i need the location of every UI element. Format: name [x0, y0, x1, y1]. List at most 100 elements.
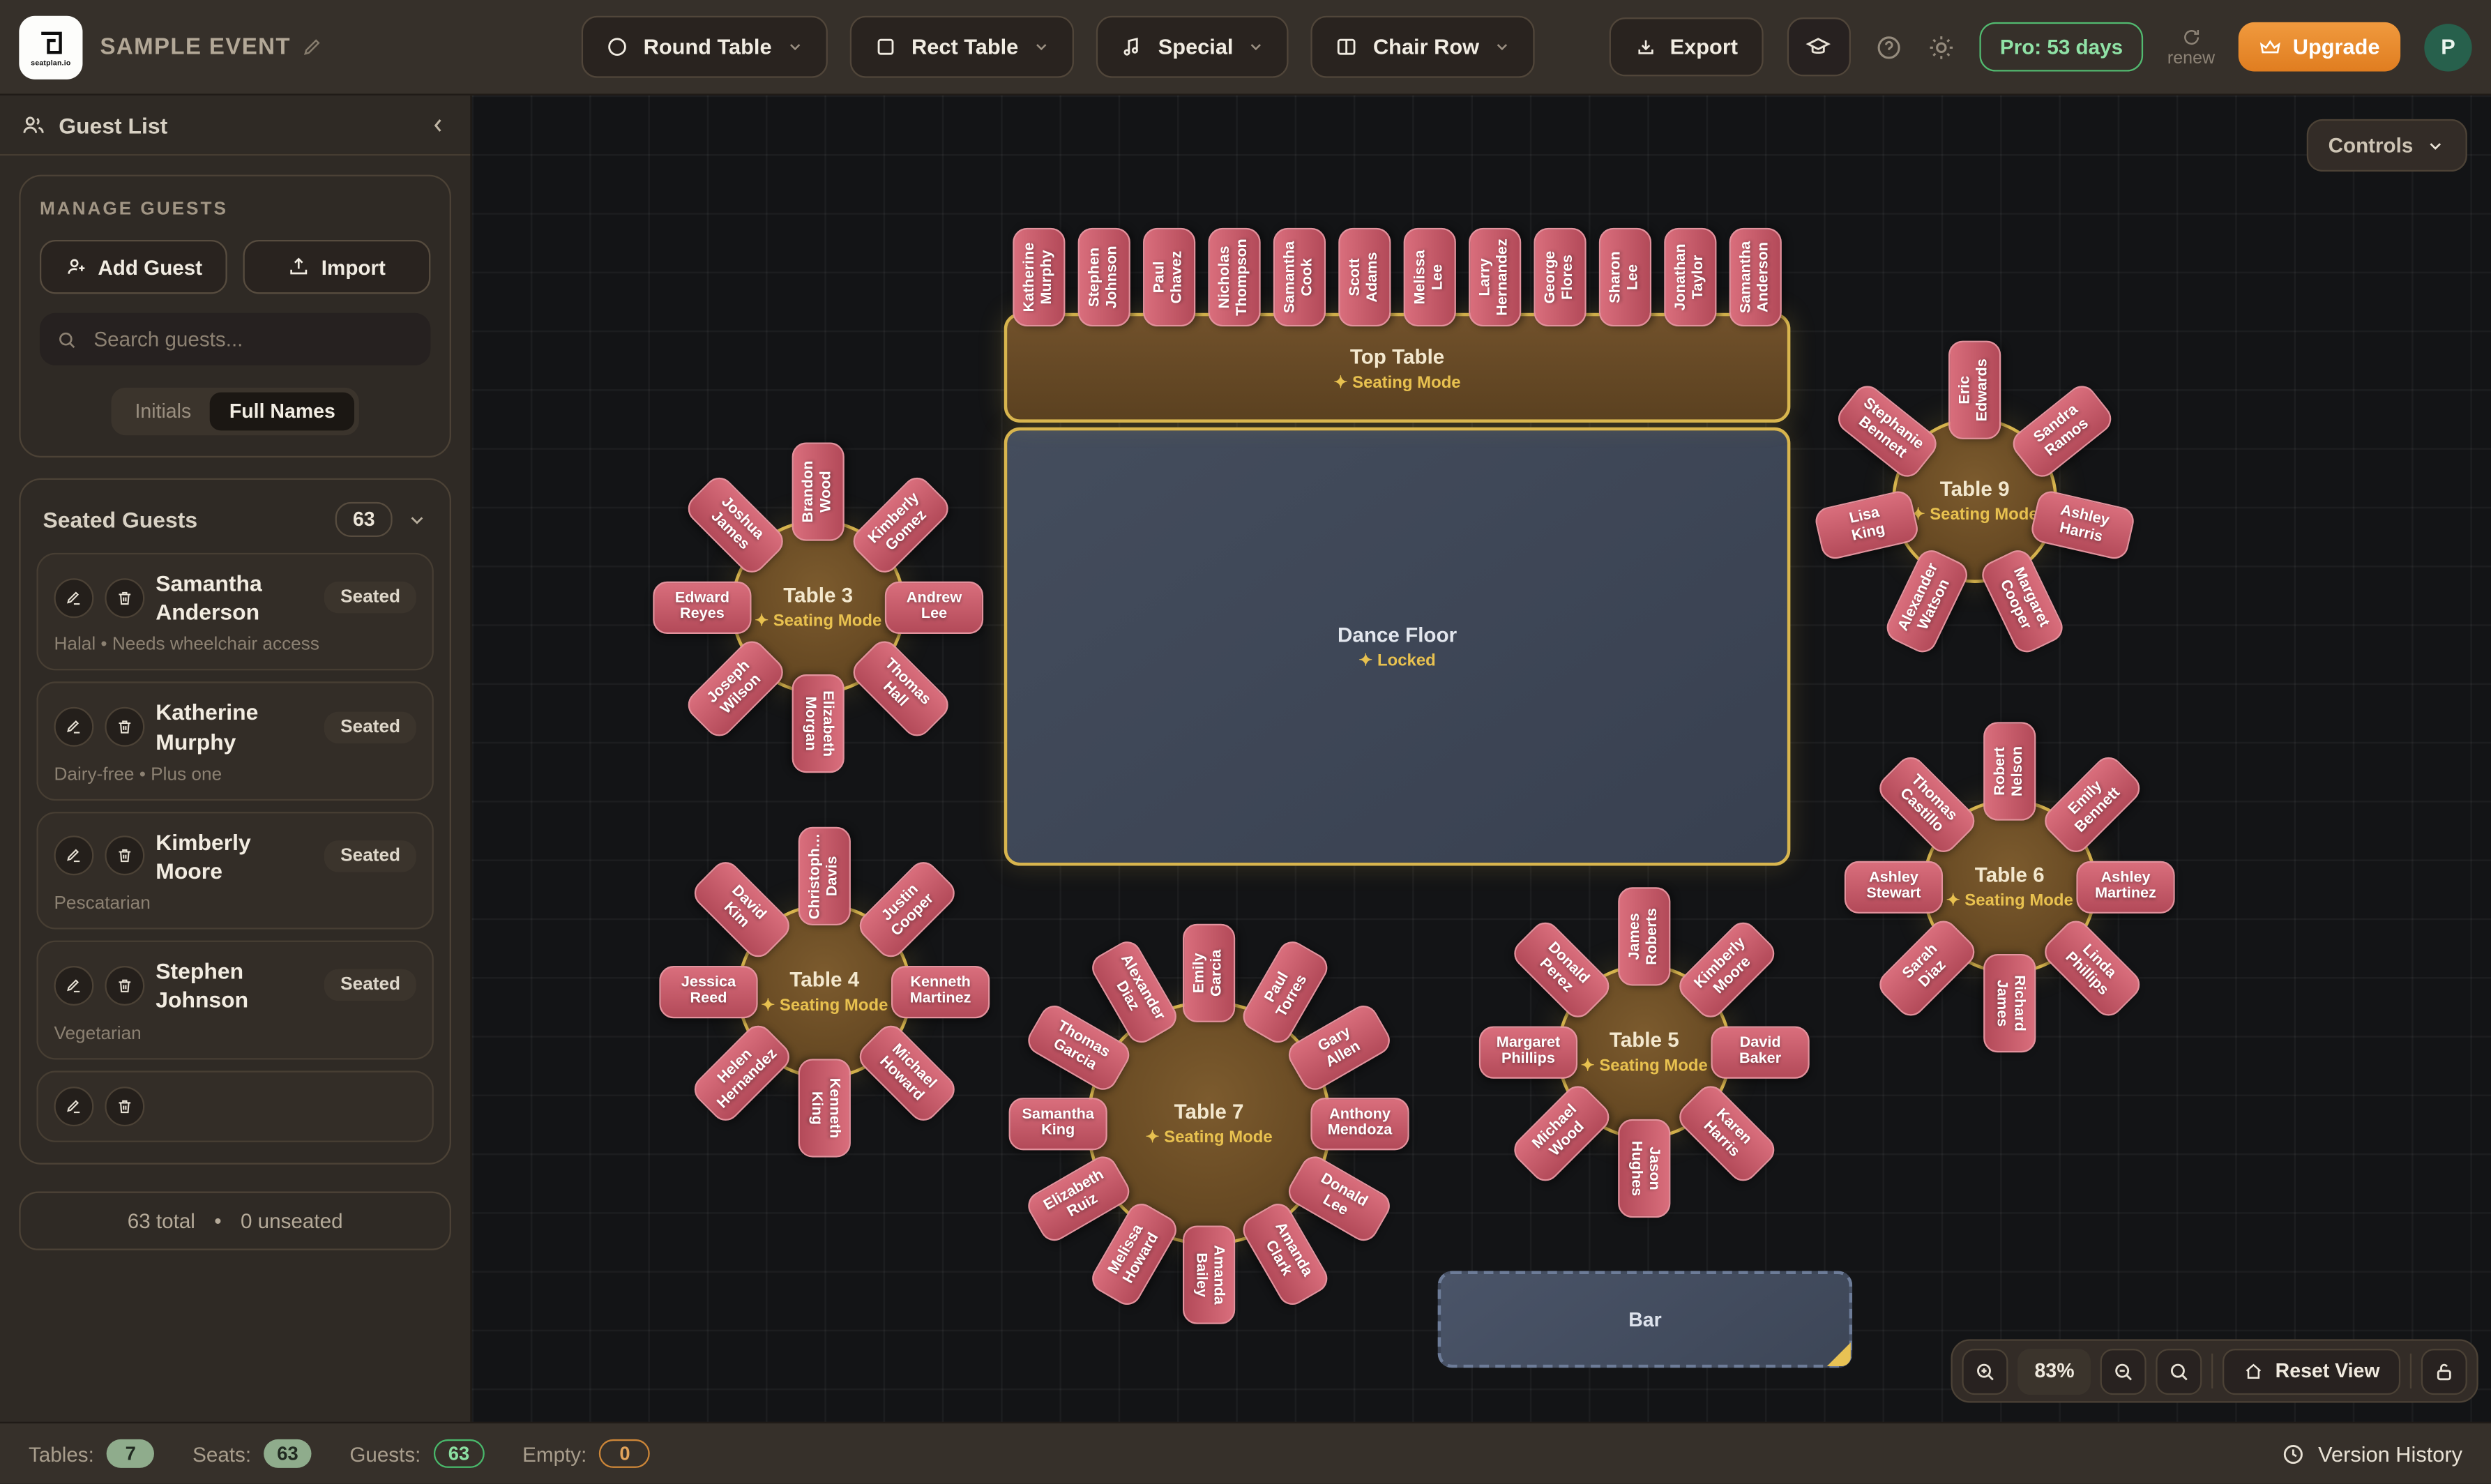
- seat-chip[interactable]: KennethMartinez: [891, 965, 990, 1017]
- rect-table-button[interactable]: Rect Table: [849, 16, 1074, 78]
- app-logo[interactable]: seatplan.io: [19, 15, 82, 79]
- seats-count-pill: 63: [264, 1439, 311, 1468]
- status-bar: Tables: 7 Seats: 63 Guests: 63 Empty: 0 …: [0, 1422, 2491, 1484]
- seat-chip[interactable]: AshleyStewart: [1845, 861, 1943, 913]
- seat-chip[interactable]: SamanthaAnderson: [1729, 228, 1782, 326]
- guest-card[interactable]: Katherine MurphySeatedDairy-free • Plus …: [36, 682, 434, 800]
- edit-guest-button[interactable]: [54, 966, 93, 1006]
- seat-chip[interactable]: SharonLee: [1599, 228, 1651, 326]
- seat-chip[interactable]: JonathanTaylor: [1664, 228, 1716, 326]
- edit-guest-button[interactable]: [54, 578, 93, 618]
- seat-chip[interactable]: AshleyHarris: [2029, 489, 2137, 562]
- guest-name: Katherine Murphy: [156, 698, 315, 756]
- import-button[interactable]: Import: [243, 240, 431, 294]
- seat-chip[interactable]: LarryHernandez: [1469, 228, 1521, 326]
- tables-count-pill: 7: [107, 1439, 154, 1468]
- lock-button[interactable]: [2421, 1348, 2467, 1394]
- seat-chip[interactable]: RobertNelson: [1983, 721, 2036, 819]
- seat-chip[interactable]: AndrewLee: [885, 581, 983, 633]
- version-history-button[interactable]: Version History: [2282, 1441, 2462, 1465]
- delete-guest-button[interactable]: [105, 578, 144, 618]
- home-icon: [2243, 1361, 2264, 1381]
- seat-chip[interactable]: JasonHughes: [1618, 1119, 1670, 1217]
- zoom-in-button[interactable]: [1962, 1348, 2008, 1394]
- seat-chip[interactable]: EmilyGarcia: [1183, 923, 1235, 1022]
- seat-chip[interactable]: StephenJohnson: [1078, 228, 1130, 326]
- seat-chip[interactable]: MargaretCooper: [1978, 545, 2068, 656]
- user-avatar[interactable]: P: [2424, 23, 2471, 70]
- seat-chip[interactable]: JessicaReed: [659, 965, 757, 1017]
- seat-chip[interactable]: MargaretPhillips: [1479, 1025, 1577, 1077]
- bar-object[interactable]: Bar: [1438, 1271, 1853, 1368]
- seat-chip[interactable]: AmandaBailey: [1183, 1225, 1235, 1323]
- delete-guest-button[interactable]: [105, 1086, 144, 1126]
- upload-icon: [288, 256, 310, 278]
- guest-search[interactable]: [40, 313, 430, 365]
- edit-title-icon[interactable]: [302, 36, 323, 57]
- guest-card[interactable]: Stephen JohnsonSeatedVegetarian: [36, 941, 434, 1059]
- toggle-full-names[interactable]: Full Names: [211, 393, 355, 431]
- special-button[interactable]: Special: [1096, 16, 1289, 78]
- seated-guests-header[interactable]: Seated Guests 63: [36, 496, 434, 553]
- tutorial-button[interactable]: [1787, 17, 1851, 76]
- chevron-down-icon[interactable]: [407, 509, 427, 530]
- delete-guest-button[interactable]: [105, 707, 144, 747]
- event-title: SAMPLE EVENT: [100, 34, 291, 59]
- round-table-button[interactable]: Round Table: [582, 16, 828, 78]
- controls-button[interactable]: Controls: [2306, 119, 2467, 172]
- seat-chip[interactable]: AshleyMartinez: [2076, 861, 2174, 913]
- seat-chip[interactable]: GeorgeFlores: [1534, 228, 1586, 326]
- edit-guest-button[interactable]: [54, 1086, 93, 1126]
- seat-chip[interactable]: JamesRoberts: [1618, 886, 1670, 985]
- seat-chip[interactable]: SamanthaKing: [1009, 1097, 1107, 1149]
- seat-chip[interactable]: EdwardReyes: [653, 581, 751, 633]
- theme-toggle-icon[interactable]: [1927, 33, 1955, 61]
- delete-guest-button[interactable]: [105, 966, 144, 1006]
- top-table[interactable]: Top Table ✦ Seating Mode: [1004, 313, 1791, 423]
- seat-chip[interactable]: KatherineMurphy: [1013, 228, 1065, 326]
- seat-chip[interactable]: BrandonWood: [792, 441, 845, 540]
- seat-chip[interactable]: NicholasThompson: [1208, 228, 1260, 326]
- dance-floor-locked: ✦ Locked: [1358, 651, 1435, 670]
- seat-chip[interactable]: DavidBaker: [1711, 1025, 1809, 1077]
- seat-chip[interactable]: AnthonyMendoza: [1310, 1097, 1409, 1149]
- dance-floor[interactable]: Dance Floor ✦ Locked: [1004, 427, 1791, 866]
- edit-guest-button[interactable]: [54, 836, 93, 876]
- zoom-out-button[interactable]: [2100, 1348, 2146, 1394]
- collapse-sidebar-icon[interactable]: [427, 114, 450, 136]
- seat-chip[interactable]: PaulChavez: [1143, 228, 1195, 326]
- upgrade-button[interactable]: Upgrade: [2239, 22, 2400, 72]
- seat-chip[interactable]: MelissaLee: [1404, 228, 1456, 326]
- floor-plan-canvas[interactable]: Controls Top Table ✦ Seating Mode Dance …: [472, 96, 2491, 1422]
- resize-handle[interactable]: [1827, 1342, 1851, 1366]
- zoom-search-button[interactable]: [2156, 1348, 2202, 1394]
- seat-chip[interactable]: EricEdwards: [1948, 340, 2001, 439]
- chair-row-button[interactable]: Chair Row: [1311, 16, 1535, 78]
- zoom-level: 83%: [2018, 1348, 2091, 1394]
- seat-chip[interactable]: ElizabethMorgan: [792, 674, 845, 772]
- reset-view-button[interactable]: Reset View: [2223, 1348, 2401, 1394]
- seat-chip[interactable]: LisaKing: [1812, 489, 1920, 562]
- guest-card[interactable]: [36, 1070, 434, 1142]
- square-icon: [873, 35, 897, 59]
- seat-chip[interactable]: RichardJames: [1983, 953, 2036, 1052]
- guest-card[interactable]: Samantha AndersonSeatedHalal • Needs whe…: [36, 553, 434, 671]
- pro-badge: Pro: 53 days: [1979, 22, 2143, 72]
- seat-chip[interactable]: AlexanderWatson: [1881, 545, 1971, 656]
- guest-card[interactable]: Kimberly MooreSeatedPescatarian: [36, 812, 434, 930]
- search-input[interactable]: [91, 326, 415, 353]
- top-bar: seatplan.io SAMPLE EVENT Round Table: [0, 0, 2491, 96]
- renew-button[interactable]: renew: [2167, 26, 2215, 68]
- export-button[interactable]: Export: [1610, 17, 1763, 76]
- round-table[interactable]: Table 7✦ Seating Mode: [1086, 1001, 1331, 1246]
- delete-guest-button[interactable]: [105, 836, 144, 876]
- help-icon[interactable]: [1875, 33, 1903, 61]
- add-guest-button[interactable]: Add Guest: [40, 240, 227, 294]
- seat-chip[interactable]: SamanthaCook: [1273, 228, 1326, 326]
- seat-chip[interactable]: ScottAdams: [1338, 228, 1391, 326]
- seat-chip[interactable]: KennethKing: [798, 1058, 851, 1156]
- toggle-initials[interactable]: Initials: [116, 393, 210, 431]
- seat-chip[interactable]: Christoph…Davis: [798, 826, 851, 925]
- edit-guest-button[interactable]: [54, 707, 93, 747]
- guest-totals: 63 total • 0 unseated: [19, 1192, 451, 1250]
